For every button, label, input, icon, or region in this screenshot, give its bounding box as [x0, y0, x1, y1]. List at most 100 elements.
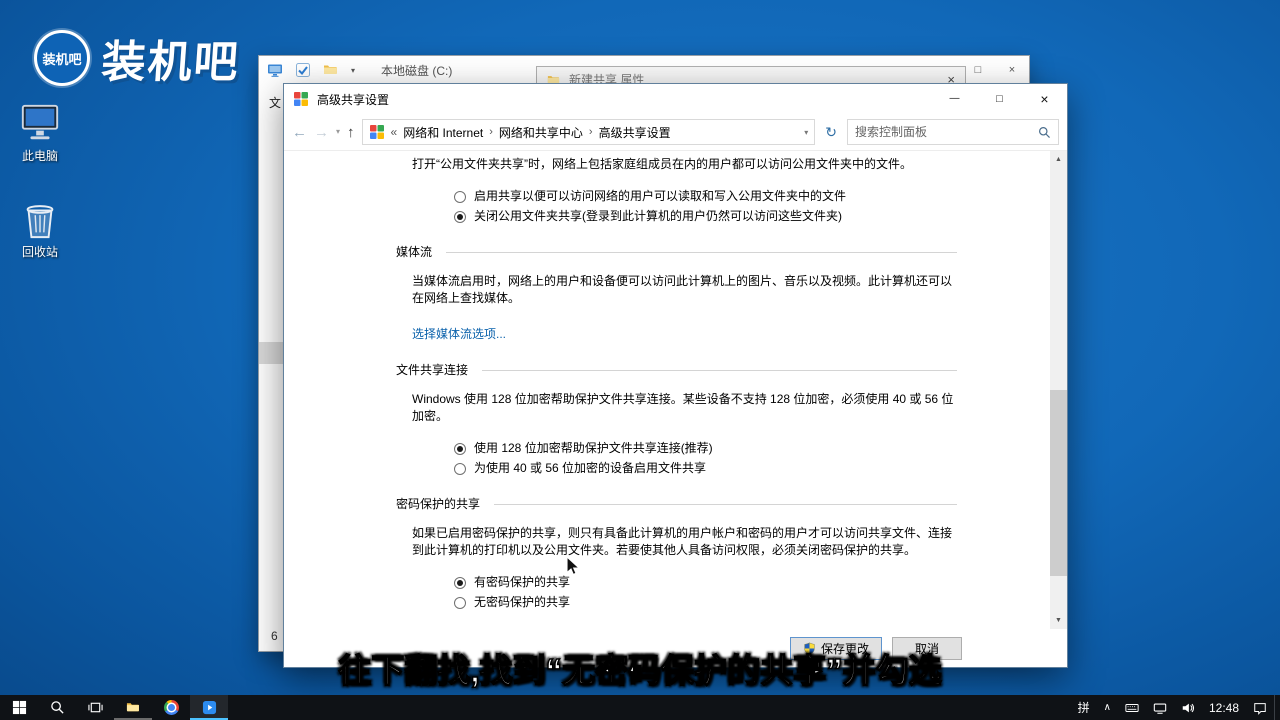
radio-option-password-on[interactable]: 有密码保护的共享 — [454, 574, 957, 591]
breadcrumb-icon — [369, 124, 385, 140]
quick-access-check-icon[interactable] — [295, 62, 311, 78]
taskbar-active-app-button[interactable] — [190, 695, 228, 720]
this-pc-icon — [17, 102, 63, 144]
explorer-close-button[interactable]: × — [995, 56, 1029, 84]
network-button[interactable] — [1146, 695, 1174, 720]
explorer-menu-partial: 文 — [269, 94, 281, 111]
desktop: 装机吧 装机吧 此电脑 回收站 — [0, 0, 1280, 720]
quick-access-dropdown-icon[interactable]: ▾ — [351, 66, 355, 75]
media-stream-link-row: 选择媒体流选项... — [412, 326, 957, 343]
radio-option-40-56bit[interactable]: 为使用 40 或 56 位加密的设备启用文件共享 — [454, 460, 957, 477]
explorer-nav-selection — [259, 342, 283, 364]
brand-wordmark: 装机吧 — [100, 26, 242, 90]
volume-icon — [1181, 701, 1195, 715]
back-button[interactable]: ← — [292, 125, 307, 140]
mouse-cursor — [563, 556, 583, 576]
radio-button-selected[interactable] — [454, 577, 466, 589]
maximize-button[interactable]: □ — [977, 84, 1022, 114]
brand-logo: 装机吧 装机吧 — [34, 26, 240, 90]
radio-label: 使用 128 位加密帮助保护文件共享连接(推荐) — [474, 440, 713, 457]
explorer-caption-buttons: □ × — [961, 56, 1029, 84]
file-sharing-description: Windows 使用 128 位加密帮助保护文件共享连接。某些设备不支持 128… — [412, 391, 957, 425]
radio-option-enable-public-sharing[interactable]: 启用共享以便可以访问网络的用户可以读取和写入公用文件夹中的文件 — [454, 188, 957, 205]
breadcrumb-item-advanced-sharing[interactable]: 高级共享设置 — [599, 124, 671, 141]
radio-label: 有密码保护的共享 — [474, 574, 570, 591]
taskbar-chrome-button[interactable] — [152, 695, 190, 720]
section-title: 文件共享连接 — [396, 362, 468, 379]
search-icon — [50, 700, 65, 715]
public-folder-intro: 打开“公用文件夹共享”时，网络上包括家庭组成员在内的用户都可以访问公用文件夹中的… — [412, 156, 957, 173]
desktop-icon-label: 回收站 — [6, 243, 74, 260]
quick-access-folder-icon[interactable] — [323, 62, 339, 78]
explorer-status-partial: 6 — [271, 629, 278, 643]
search-icon[interactable] — [1038, 126, 1051, 139]
forward-button[interactable]: → — [314, 125, 329, 140]
scroll-up-icon[interactable]: ▲ — [1050, 151, 1067, 168]
desktop-icon-label: 此电脑 — [6, 147, 74, 164]
show-desktop-button[interactable] — [1274, 695, 1280, 720]
radio-button-selected[interactable] — [454, 443, 466, 455]
public-folder-options: 启用共享以便可以访问网络的用户可以读取和写入公用文件夹中的文件 关闭公用文件夹共… — [396, 188, 957, 225]
active-app-icon — [202, 700, 217, 715]
explorer-maximize-button[interactable]: □ — [961, 56, 995, 84]
search-box[interactable] — [847, 119, 1059, 145]
radio-button[interactable] — [454, 463, 466, 475]
desktop-icon-recycle-bin[interactable]: 回收站 — [6, 198, 74, 260]
section-divider — [446, 252, 957, 253]
address-bar[interactable]: « 网络和 Internet › 网络和共享中心 › 高级共享设置 ▾ — [362, 119, 816, 145]
address-dropdown-icon[interactable]: ▾ — [804, 128, 808, 137]
taskbar-clock[interactable]: 12:48 — [1202, 695, 1246, 720]
network-icon — [1153, 701, 1167, 715]
volume-button[interactable] — [1174, 695, 1202, 720]
vertical-scrollbar[interactable]: ▲ ▼ — [1050, 151, 1067, 629]
scrollbar-thumb[interactable] — [1050, 390, 1067, 576]
radio-button-selected[interactable] — [454, 211, 466, 223]
close-button[interactable]: × — [1022, 84, 1067, 114]
touch-keyboard-button[interactable] — [1118, 695, 1146, 720]
radio-label: 无密码保护的共享 — [474, 594, 570, 611]
window-title: 高级共享设置 — [317, 91, 389, 108]
task-view-button[interactable] — [76, 695, 114, 720]
radio-option-128bit[interactable]: 使用 128 位加密帮助保护文件共享连接(推荐) — [454, 440, 957, 457]
brand-badge-text: 装机吧 — [42, 49, 81, 68]
desktop-icon-this-pc[interactable]: 此电脑 — [6, 102, 74, 164]
radio-label: 关闭公用文件夹共享(登录到此计算机的用户仍然可以访问这些文件夹) — [474, 208, 842, 225]
video-subtitle: 往下翻找,找到“无密码保护的共享”并勾选 — [0, 644, 1280, 692]
search-input[interactable] — [855, 125, 1034, 139]
section-header-password-sharing: 密码保护的共享 — [396, 496, 957, 513]
refresh-button[interactable]: ↻ — [822, 124, 840, 141]
radio-label: 为使用 40 或 56 位加密的设备启用文件共享 — [474, 460, 706, 477]
scroll-down-icon[interactable]: ▼ — [1050, 612, 1067, 629]
navigation-bar: ← → ▾ ↑ « 网络和 Internet › 网络和共享中心 › 高级共享设… — [284, 114, 1067, 151]
radio-option-disable-public-sharing[interactable]: 关闭公用文件夹共享(登录到此计算机的用户仍然可以访问这些文件夹) — [454, 208, 957, 225]
scrollbar-track[interactable] — [1050, 168, 1067, 612]
taskbar-file-explorer-button[interactable] — [114, 695, 152, 720]
breadcrumb-item-sharing-center[interactable]: 网络和共享中心 — [499, 124, 583, 141]
windows-logo-icon — [12, 700, 27, 715]
history-dropdown-icon[interactable]: ▾ — [336, 128, 340, 136]
chrome-icon — [164, 700, 179, 715]
settings-body: 打开“公用文件夹共享”时，网络上包括家庭组成员在内的用户都可以访问公用文件夹中的… — [284, 151, 1067, 629]
section-header-file-sharing: 文件共享连接 — [396, 362, 957, 379]
breadcrumb-item-network-internet[interactable]: 网络和 Internet — [403, 124, 483, 141]
radio-option-password-off[interactable]: 无密码保护的共享 — [454, 594, 957, 611]
taskbar-search-button[interactable] — [38, 695, 76, 720]
start-button[interactable] — [0, 695, 38, 720]
minimize-button[interactable]: — — [932, 84, 977, 114]
radio-button[interactable] — [454, 191, 466, 203]
radio-button[interactable] — [454, 597, 466, 609]
breadcrumb-separator: › — [489, 126, 493, 138]
media-stream-options-link[interactable]: 选择媒体流选项... — [412, 327, 506, 341]
breadcrumb-separator: › — [589, 126, 593, 138]
section-header-media-stream: 媒体流 — [396, 244, 957, 261]
tray-chevron-icon[interactable]: ∧ — [1097, 695, 1118, 720]
up-button[interactable]: ↑ — [347, 125, 355, 140]
media-stream-description: 当媒体流启用时，网络上的用户和设备便可以访问此计算机上的图片、音乐以及视频。此计… — [412, 273, 957, 307]
radio-label: 启用共享以便可以访问网络的用户可以读取和写入公用文件夹中的文件 — [474, 188, 846, 205]
action-center-button[interactable] — [1246, 695, 1274, 720]
breadcrumb-overflow[interactable]: « — [391, 125, 398, 139]
system-tray: 拼 ∧ 12:48 — [1071, 695, 1280, 720]
ime-indicator[interactable]: 拼 — [1071, 695, 1097, 720]
section-title: 媒体流 — [396, 244, 432, 261]
file-sharing-options: 使用 128 位加密帮助保护文件共享连接(推荐) 为使用 40 或 56 位加密… — [396, 440, 957, 477]
